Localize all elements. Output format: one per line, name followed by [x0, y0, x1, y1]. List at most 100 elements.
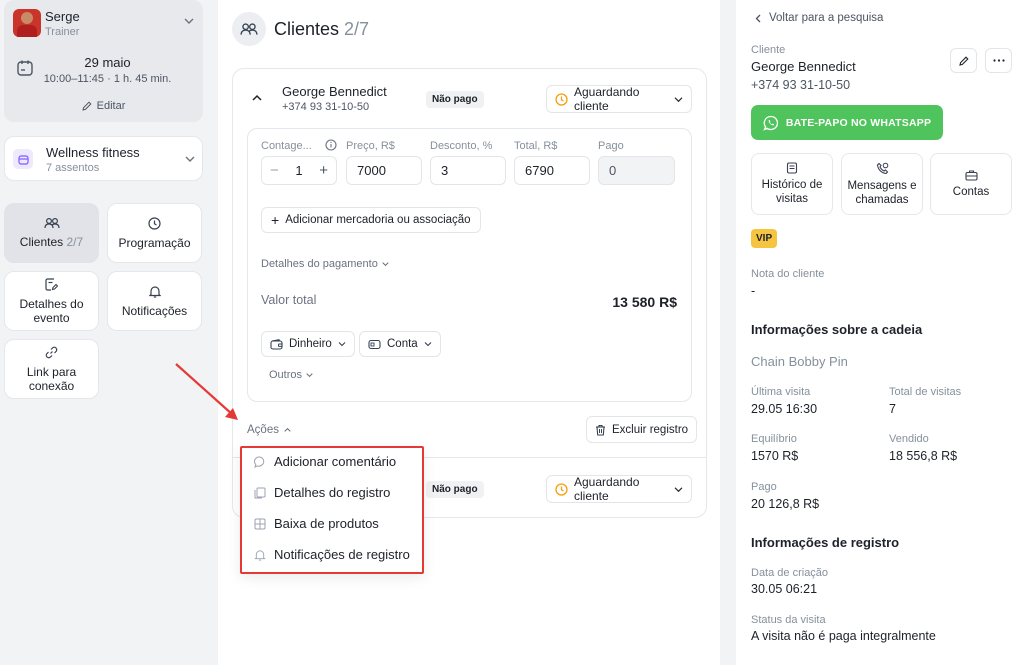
- sold-value: 18 556,8 R$: [889, 449, 958, 463]
- bell-icon: [254, 549, 266, 561]
- payment-details-toggle[interactable]: Detalhes do pagamento: [261, 258, 389, 270]
- price-input[interactable]: 7000: [346, 156, 422, 185]
- nav-clients-label: Clientes: [19, 235, 64, 249]
- facility-icon: [13, 149, 33, 169]
- facility-seats: 7 assentos: [46, 162, 100, 174]
- created-label: Data de criação: [751, 567, 829, 579]
- nav-clients[interactable]: Clientes 2/7: [4, 203, 99, 263]
- increment-button[interactable]: +: [319, 162, 328, 179]
- visit-history-tile[interactable]: Histórico de visitas: [751, 153, 833, 215]
- menu-item-add-comment[interactable]: Adicionar comentário: [254, 454, 396, 469]
- whatsapp-chat-button[interactable]: BATE-PAPO NO WHATSAPP: [751, 105, 943, 140]
- vip-badge: VIP: [751, 229, 778, 248]
- others-toggle[interactable]: Outros: [269, 369, 313, 381]
- back-link[interactable]: Voltar para a pesquisa: [755, 12, 883, 24]
- menu-item-label: Baixa de produtos: [274, 516, 379, 531]
- pay-account-label: Conta: [387, 338, 418, 350]
- clock-icon: [555, 482, 568, 496]
- phone-chat-icon: [876, 162, 889, 175]
- menu-item-label: Detalhes do registro: [274, 485, 391, 500]
- total-label: Total, R$: [514, 140, 558, 152]
- chevron-down-icon[interactable]: [184, 17, 194, 25]
- nav-notifications[interactable]: Notificações: [107, 271, 202, 331]
- nav-schedule[interactable]: Programação: [107, 203, 202, 263]
- avatar[interactable]: [13, 9, 41, 37]
- paid-input[interactable]: 0: [598, 156, 675, 185]
- nav-connection-link[interactable]: Link para conexão: [4, 339, 99, 399]
- info-icon[interactable]: [325, 139, 337, 151]
- nav-schedule-label: Programação: [118, 235, 191, 250]
- box-icon: [254, 518, 266, 530]
- clients-header-icon: [232, 12, 266, 46]
- receipt-icon: [786, 162, 798, 174]
- annotation-arrow: [170, 360, 246, 426]
- entry-client-name[interactable]: George Bennedict: [282, 84, 387, 99]
- payment-details-label: Detalhes do pagamento: [261, 258, 378, 270]
- bell-icon: [148, 285, 161, 298]
- add-goods-button[interactable]: + Adicionar mercadoria ou associação: [261, 207, 481, 233]
- note-value: -: [751, 284, 756, 298]
- total-visits-value: 7: [889, 402, 896, 416]
- chevron-up-icon: [284, 427, 291, 433]
- accounts-tile[interactable]: Contas: [930, 153, 1012, 215]
- visit-status-dropdown[interactable]: Aguardando cliente: [546, 475, 692, 503]
- whatsapp-icon: [763, 115, 779, 131]
- accounts-label: Contas: [952, 186, 990, 198]
- payment-status-badge: Não pago: [426, 91, 484, 108]
- chevron-down-icon: [674, 96, 683, 103]
- others-label: Outros: [269, 369, 303, 381]
- menu-item-record-notifications[interactable]: Notificações de registro: [254, 547, 410, 562]
- plus-icon: +: [271, 212, 280, 228]
- decrement-button[interactable]: −: [270, 162, 279, 179]
- edit-event-button[interactable]: Editar: [4, 100, 203, 112]
- paid-value: 20 126,8 R$: [751, 497, 820, 511]
- visit-status-label: Status da visita: [751, 614, 826, 626]
- edit-client-button[interactable]: [950, 48, 977, 73]
- whatsapp-label: BATE-PAPO NO WHATSAPP: [785, 116, 932, 129]
- more-options-button[interactable]: [985, 48, 1012, 73]
- document-icon: [254, 487, 266, 499]
- payment-status-badge: Não pago: [426, 481, 484, 498]
- pencil-icon: [958, 55, 969, 66]
- wallet-icon: [270, 338, 283, 350]
- user-card: Serge Trainer 29 maio 10:00–11:45 · 1 h.…: [4, 0, 203, 122]
- menu-item-record-details[interactable]: Detalhes do registro: [254, 485, 390, 500]
- delete-record-button[interactable]: Excluir registro: [586, 416, 698, 443]
- clock-icon: [555, 92, 568, 106]
- created-value: 30.05 06:21: [751, 582, 818, 596]
- chain-heading: Informações sobre a cadeia: [751, 322, 923, 337]
- chevron-down-icon: [674, 486, 683, 493]
- user-role: Trainer: [45, 26, 80, 38]
- visit-status-dropdown[interactable]: Aguardando cliente: [546, 85, 692, 113]
- discount-input[interactable]: 3: [430, 156, 506, 185]
- nav-event-details[interactable]: Detalhes do evento: [4, 271, 99, 331]
- chevron-left-icon: [755, 14, 761, 23]
- qty-label: Contage...: [261, 140, 312, 152]
- paid-label: Pago: [751, 481, 777, 493]
- last-visit-label: Última visita: [751, 386, 811, 398]
- total-input[interactable]: 6790: [514, 156, 590, 185]
- last-visit-value: 29.05 16:30: [751, 402, 818, 416]
- user-name: Serge: [45, 9, 80, 24]
- collapse-chevron-icon[interactable]: [252, 94, 262, 102]
- menu-item-write-off-products[interactable]: Baixa de produtos: [254, 516, 379, 531]
- facility-selector[interactable]: Wellness fitness 7 assentos: [4, 136, 203, 181]
- messages-calls-tile[interactable]: Mensagens e chamadas: [841, 153, 923, 215]
- nav-clients-count: 2/7: [66, 235, 84, 249]
- note-label: Nota do cliente: [751, 268, 825, 280]
- edit-label: Editar: [96, 100, 126, 112]
- client-phone: +374 93 31-10-50: [751, 78, 851, 92]
- briefcase-icon: [964, 169, 978, 181]
- menu-item-label: Notificações de registro: [274, 547, 410, 562]
- comment-icon: [254, 456, 266, 468]
- record-heading: Informações de registro: [751, 535, 900, 550]
- trash-icon: [595, 424, 606, 436]
- pay-cash-dropdown[interactable]: Dinheiro: [261, 331, 355, 357]
- pay-account-dropdown[interactable]: Conta: [359, 331, 441, 357]
- pencil-icon: [81, 101, 92, 111]
- card-icon: [368, 339, 381, 350]
- more-icon: [992, 59, 1005, 62]
- nav-event-details-label: Detalhes do evento: [19, 296, 84, 325]
- quantity-stepper[interactable]: − 1 +: [261, 156, 337, 185]
- actions-toggle[interactable]: Ações: [247, 424, 291, 436]
